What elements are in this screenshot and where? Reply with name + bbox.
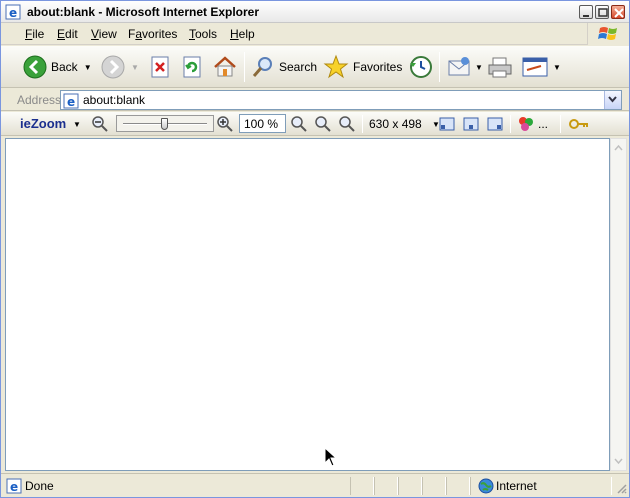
- search-icon: [252, 57, 272, 77]
- toolbar-separator: [244, 52, 245, 82]
- toolbar-separator: [439, 52, 440, 82]
- color-balls-icon[interactable]: [518, 116, 534, 132]
- iezoom-toolbar: ieZoom ▼ 100 % 630 x 498 ▼ ...: [1, 112, 629, 136]
- close-icon: [614, 8, 624, 18]
- mail-envelope-icon: [448, 57, 470, 76]
- status-pane: [350, 477, 374, 495]
- search-button[interactable]: Search: [251, 52, 317, 82]
- zoom-width-icon[interactable]: [291, 116, 307, 132]
- edit-button[interactable]: ▼: [521, 52, 561, 82]
- forward-arrow-icon: [101, 55, 125, 79]
- page-done-icon: e: [6, 478, 22, 494]
- chevron-down-icon: [608, 96, 617, 103]
- history-button[interactable]: [407, 52, 433, 82]
- edit-page-icon: [522, 57, 548, 77]
- security-zone-label: Internet: [496, 479, 537, 493]
- status-pane: [446, 477, 470, 495]
- ie-logo-icon: e: [5, 4, 21, 20]
- zoom-in-icon[interactable]: [217, 116, 233, 132]
- back-button[interactable]: Back ▼: [23, 52, 92, 82]
- zoombar-separator: [510, 115, 511, 133]
- svg-text:e: e: [10, 480, 18, 494]
- browser-window: e about:blank - Microsoft Internet Explo…: [0, 0, 630, 498]
- address-url: about:blank: [83, 93, 146, 107]
- resize-grip-icon[interactable]: [615, 482, 627, 494]
- zoom-fit-icon[interactable]: [339, 116, 355, 132]
- refresh-icon: [183, 56, 201, 78]
- maximize-button[interactable]: [595, 5, 609, 19]
- vertical-scrollbar[interactable]: [610, 138, 627, 471]
- printer-icon: [488, 57, 512, 78]
- key-icon[interactable]: [569, 116, 589, 132]
- status-text: Done: [25, 479, 54, 493]
- svg-text:e: e: [67, 95, 75, 109]
- history-clock-icon: [410, 56, 432, 78]
- stop-icon: [151, 56, 169, 78]
- search-label: Search: [279, 60, 318, 74]
- favorites-label: Favorites: [353, 60, 403, 74]
- zoombar-separator: [560, 115, 561, 133]
- favorites-star-icon: [323, 54, 349, 79]
- address-dropdown-button[interactable]: [604, 91, 621, 109]
- menu-view[interactable]: View: [91, 27, 117, 41]
- mail-button[interactable]: ▼: [447, 52, 483, 82]
- menu-file[interactable]: File: [25, 27, 44, 41]
- layout-left-icon[interactable]: [439, 116, 455, 132]
- layout-right-icon[interactable]: [487, 116, 503, 132]
- status-pane: [374, 477, 398, 495]
- favorites-button[interactable]: Favorites: [323, 52, 402, 82]
- back-label: Back: [51, 60, 78, 74]
- home-button[interactable]: [212, 52, 238, 82]
- menu-edit[interactable]: Edit: [57, 27, 78, 41]
- home-icon: [214, 56, 236, 77]
- iezoom-dropdown-icon[interactable]: ▼: [73, 120, 81, 129]
- address-label: Address: [17, 93, 62, 107]
- minimize-icon: [583, 15, 589, 17]
- page-icon: e: [63, 93, 79, 109]
- stop-button[interactable]: [149, 52, 171, 82]
- maximize-icon: [598, 8, 608, 17]
- scroll-up-icon[interactable]: [611, 140, 626, 156]
- refresh-button[interactable]: [181, 52, 203, 82]
- title-bar[interactable]: e about:blank - Microsoft Internet Explo…: [1, 1, 629, 23]
- zoom-slider-thumb[interactable]: [161, 118, 168, 130]
- windows-flag-icon: [598, 27, 617, 40]
- menu-bar: File Edit View Favorites Tools Help: [1, 23, 629, 45]
- windows-logo: [587, 23, 629, 45]
- menu-tools[interactable]: Tools: [189, 27, 217, 41]
- minimize-button[interactable]: [579, 5, 593, 19]
- svg-text:e: e: [9, 6, 17, 20]
- status-bar: e Done Internet: [1, 473, 629, 497]
- window-title: about:blank - Microsoft Internet Explore…: [27, 5, 260, 19]
- edit-dropdown-icon[interactable]: ▼: [553, 63, 561, 72]
- back-dropdown-icon[interactable]: ▼: [84, 63, 92, 72]
- zoom-out-icon[interactable]: [92, 116, 108, 132]
- more-options[interactable]: ...: [538, 117, 548, 131]
- forward-dropdown-icon[interactable]: ▼: [131, 63, 139, 72]
- status-pane: [398, 477, 422, 495]
- zoom-percent-field[interactable]: 100 %: [239, 114, 286, 133]
- menu-help[interactable]: Help: [230, 27, 255, 41]
- status-pane: [422, 477, 446, 495]
- close-button[interactable]: [611, 5, 625, 19]
- zoombar-separator: [362, 115, 363, 133]
- print-button[interactable]: [487, 52, 513, 82]
- standard-toolbar: Back ▼ ▼ Search Favorites ▼ ▼: [1, 46, 629, 88]
- window-size-selector[interactable]: 630 x 498: [369, 117, 422, 131]
- back-arrow-icon: [23, 55, 47, 79]
- forward-button[interactable]: ▼: [101, 52, 139, 82]
- iezoom-menu[interactable]: ieZoom: [20, 116, 66, 131]
- menu-favorites[interactable]: Favorites: [128, 27, 177, 41]
- address-input[interactable]: e about:blank: [60, 90, 622, 110]
- mail-dropdown-icon[interactable]: ▼: [475, 63, 483, 72]
- zoom-slider[interactable]: [116, 115, 214, 132]
- layout-center-icon[interactable]: [463, 116, 479, 132]
- globe-icon: [478, 478, 494, 494]
- zoom-height-icon[interactable]: [315, 116, 331, 132]
- mouse-cursor-icon: [324, 447, 338, 467]
- scroll-down-icon[interactable]: [611, 453, 626, 469]
- address-bar: Address e about:blank: [1, 89, 629, 111]
- page-content[interactable]: [5, 138, 610, 471]
